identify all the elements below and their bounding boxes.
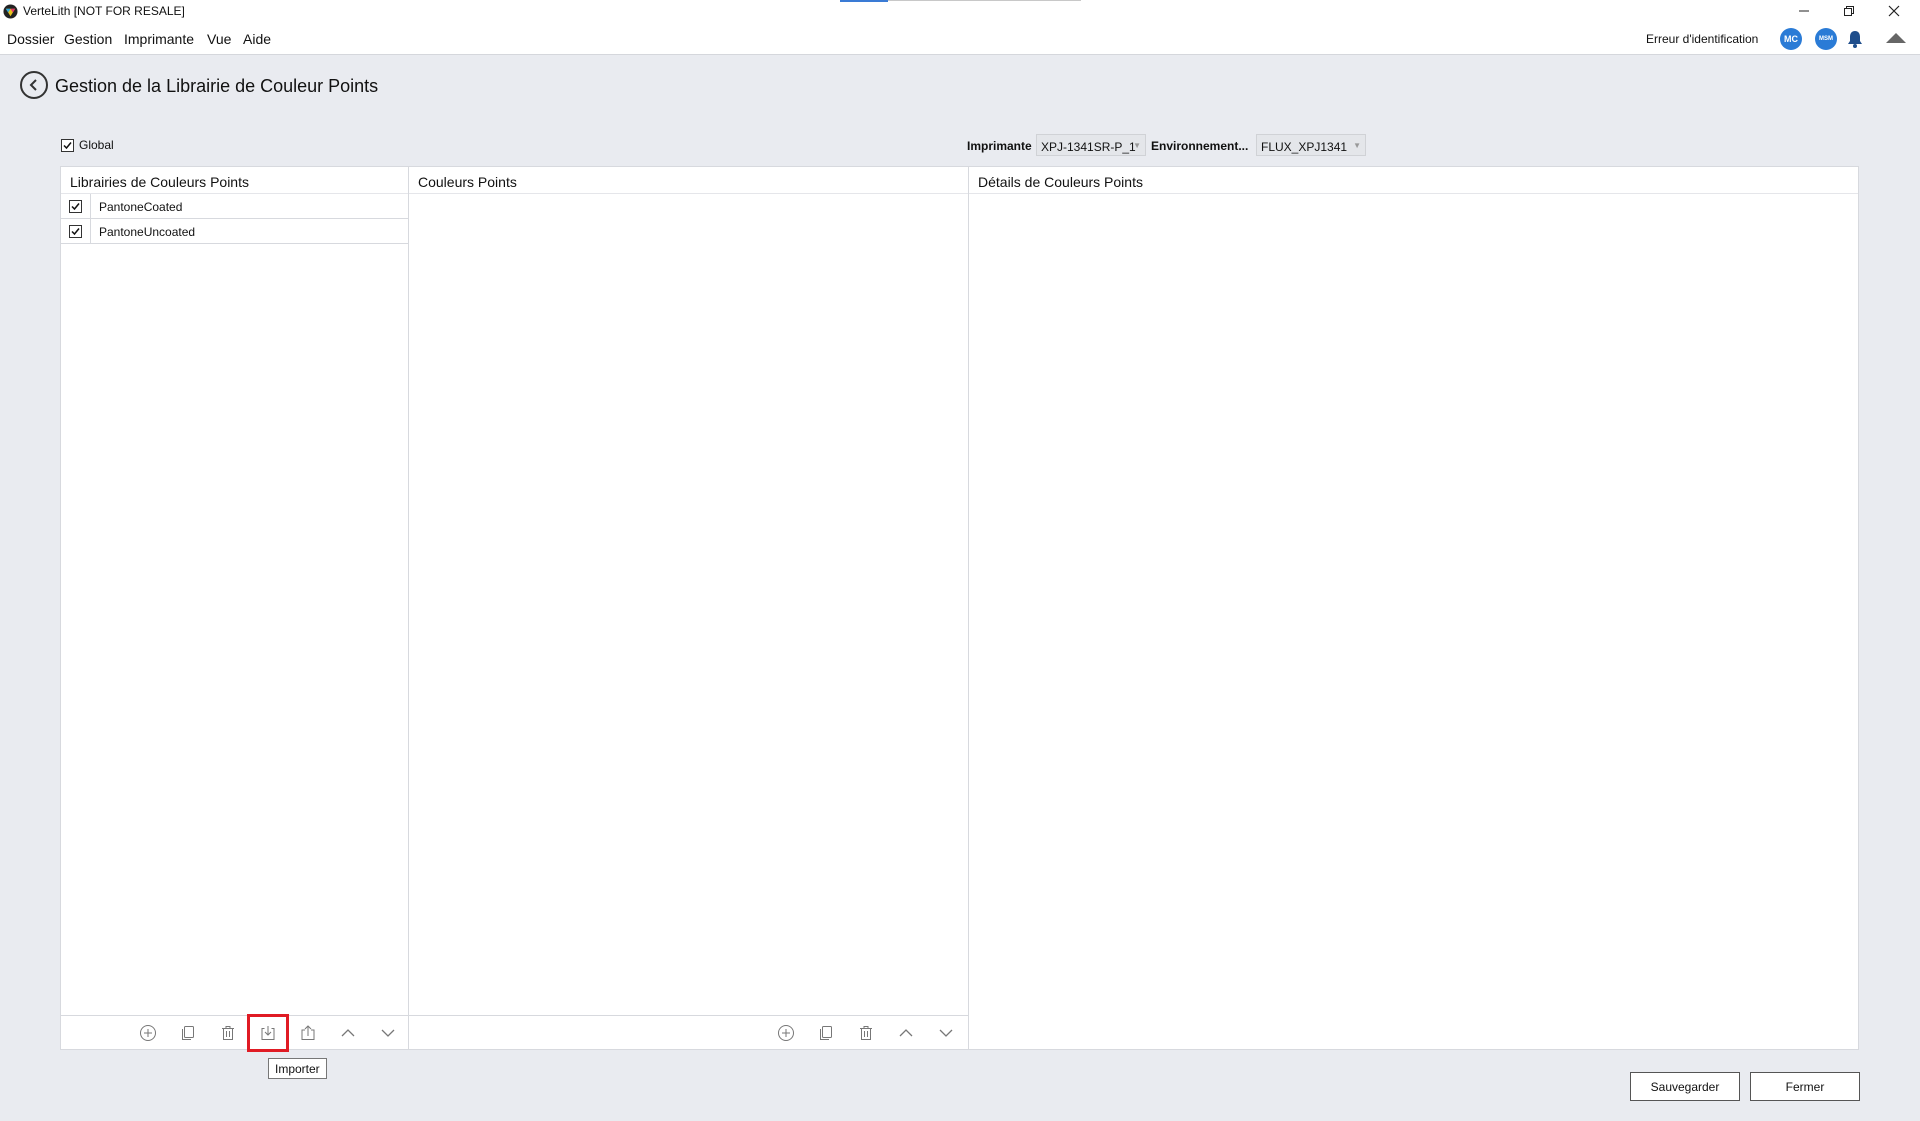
notifications-button[interactable] — [1845, 29, 1865, 49]
trash-icon — [222, 1026, 234, 1040]
menu-bar: Dossier Gestion Imprimante Vue Aide Erre… — [0, 22, 1920, 55]
duplicate-library-button[interactable] — [177, 1022, 199, 1044]
chevron-up-icon — [899, 1029, 913, 1037]
move-down-button[interactable] — [377, 1022, 399, 1044]
app-logo-icon — [3, 4, 18, 19]
environment-select[interactable]: FLUX_XPJ1341 ▼ — [1256, 134, 1366, 156]
user-avatar[interactable]: MC — [1780, 28, 1802, 50]
library-name: PantoneCoated — [99, 200, 183, 214]
export-icon — [301, 1025, 315, 1040]
close-button[interactable]: Fermer — [1750, 1072, 1860, 1101]
global-option[interactable]: Global — [61, 138, 114, 152]
colors-toolbar — [409, 1015, 968, 1049]
menu-aide[interactable]: Aide — [243, 31, 271, 47]
chevron-down-icon — [381, 1029, 395, 1037]
libraries-toolbar — [61, 1015, 408, 1049]
chevron-down-icon — [939, 1029, 953, 1037]
delete-library-button[interactable] — [217, 1022, 239, 1044]
printer-label: Imprimante — [967, 139, 1032, 153]
import-highlight-box — [247, 1014, 289, 1052]
back-button[interactable] — [20, 71, 48, 99]
plus-circle-icon — [778, 1025, 794, 1041]
import-tooltip: Importer — [268, 1058, 327, 1079]
column-divider — [90, 194, 91, 218]
title-accent — [840, 0, 888, 2]
minimize-icon — [1799, 10, 1809, 12]
save-button[interactable]: Sauvegarder — [1630, 1072, 1740, 1101]
restore-icon — [1844, 6, 1854, 16]
restore-button[interactable] — [1835, 2, 1863, 20]
plus-circle-icon — [140, 1025, 156, 1041]
chevron-down-icon: ▼ — [1353, 141, 1361, 150]
close-window-button[interactable] — [1880, 2, 1908, 20]
msm-avatar[interactable]: MSM — [1815, 28, 1837, 50]
list-item[interactable]: PantoneCoated — [61, 194, 408, 219]
collapse-button[interactable] — [1885, 31, 1907, 45]
chevron-left-icon — [29, 79, 37, 91]
duplicate-color-button[interactable] — [815, 1022, 837, 1044]
libraries-header: Librairies de Couleurs Points — [61, 167, 408, 194]
library-name: PantoneUncoated — [99, 225, 196, 239]
details-panel: Détails de Couleurs Points — [968, 166, 1859, 1050]
auth-status[interactable]: Erreur d'identification — [1646, 32, 1758, 46]
title-divider — [888, 0, 1081, 1]
move-color-down-button[interactable] — [935, 1022, 957, 1044]
chevron-down-icon: ▼ — [1133, 141, 1141, 150]
bell-icon — [1848, 31, 1862, 48]
printer-value: XPJ-1341SR-P_1 — [1041, 140, 1136, 154]
environment-value: FLUX_XPJ1341 — [1261, 140, 1348, 154]
checkmark-icon — [71, 203, 80, 211]
details-header: Détails de Couleurs Points — [969, 167, 1858, 194]
trash-icon — [860, 1026, 872, 1040]
colors-panel: Couleurs Points — [408, 166, 969, 1050]
libraries-panel: Librairies de Couleurs Points PantoneCoa… — [60, 166, 409, 1050]
add-color-button[interactable] — [775, 1022, 797, 1044]
move-color-up-button[interactable] — [895, 1022, 917, 1044]
title-bar: VerteLith [NOT FOR RESALE] — [0, 0, 1920, 22]
close-icon — [1888, 5, 1900, 17]
menu-dossier[interactable]: Dossier — [7, 31, 54, 47]
menu-gestion[interactable]: Gestion — [64, 31, 112, 47]
environment-label: Environnement... — [1151, 139, 1249, 153]
export-library-button[interactable] — [297, 1022, 319, 1044]
library-checkbox[interactable] — [69, 225, 82, 238]
library-checkbox[interactable] — [69, 200, 82, 213]
checkmark-icon — [63, 141, 72, 149]
colors-header: Couleurs Points — [409, 167, 968, 194]
triangle-up-icon — [1886, 33, 1906, 43]
menu-vue[interactable]: Vue — [207, 31, 231, 47]
window-title: VerteLith [NOT FOR RESALE] — [23, 4, 185, 18]
global-label: Global — [79, 138, 114, 152]
move-up-button[interactable] — [337, 1022, 359, 1044]
copy-icon — [182, 1026, 194, 1040]
delete-color-button[interactable] — [855, 1022, 877, 1044]
minimize-button[interactable] — [1790, 2, 1818, 20]
column-divider — [90, 219, 91, 243]
list-item[interactable]: PantoneUncoated — [61, 219, 408, 244]
page-title: Gestion de la Librairie de Couleur Point… — [55, 76, 379, 96]
checkmark-icon — [71, 228, 80, 236]
global-checkbox[interactable] — [61, 138, 74, 152]
add-library-button[interactable] — [137, 1022, 159, 1044]
printer-select[interactable]: XPJ-1341SR-P_1 ▼ — [1036, 134, 1146, 156]
copy-icon — [820, 1026, 832, 1040]
menu-imprimante[interactable]: Imprimante — [124, 31, 194, 47]
chevron-up-icon — [341, 1029, 355, 1037]
